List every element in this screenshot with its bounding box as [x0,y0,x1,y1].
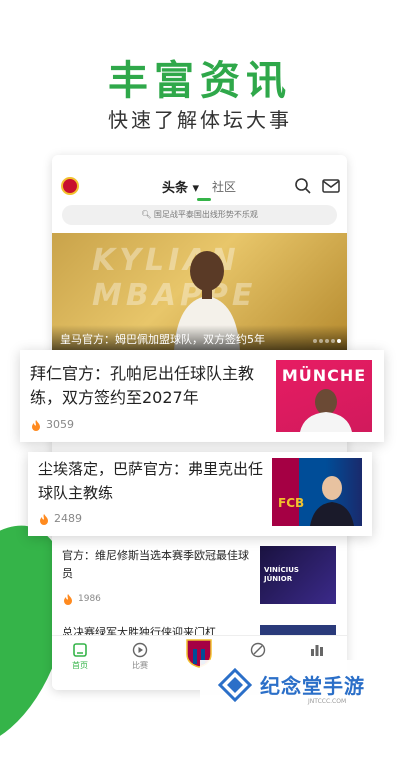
hero-caption: 皇马官方：姆巴佩加盟球队，双方签约5年 [52,325,347,351]
featured-article-card[interactable]: 尘埃落定，巴萨官方：弗里克出任球队主教练 2489 FCB [28,452,372,536]
coach-photo [310,476,354,526]
stats-icon [311,645,323,656]
search-icon[interactable] [294,177,312,195]
thumbnail-text: VINÍCIUS JÚNIOR [264,566,299,583]
club-logo-icon[interactable] [61,177,79,195]
fire-icon [32,419,40,431]
nav-discover[interactable] [233,642,283,660]
carousel-dots [311,328,341,347]
article-meta: 1986 [62,593,101,605]
active-tab-indicator [197,198,211,201]
hero-banner[interactable]: KYLIAN MBAPPE 皇马官方：姆巴佩加盟球队，双方签约5年 [52,233,347,351]
mail-icon[interactable] [322,178,340,194]
top-bar: 头条 ▾ 社区 [52,155,347,205]
featured-article-card[interactable]: 拜仁官方：孔帕尼出任球队主教练，双方签约至2027年 3059 MÜNCHE [20,350,384,442]
list-item[interactable]: 官方：维尼修斯当选本赛季欧冠最佳球员 1986 VINÍCIUS JÚNIOR [52,543,347,608]
heat-count: 3059 [46,418,74,431]
fire-icon [64,594,72,605]
home-icon [73,643,87,657]
play-icon [132,642,148,658]
article-meta: 2489 [38,512,82,525]
article-thumbnail: FCB [272,458,362,526]
heat-count: 1986 [78,594,101,604]
watermark-title: 纪念堂手游 [260,674,365,698]
nav-data[interactable] [292,642,342,660]
search-input[interactable]: 🔍︎ 国足战平泰国出线形势不乐观 [62,205,337,225]
article-title: 官方：维尼修斯当选本赛季欧冠最佳球员 [62,549,249,580]
article-meta: 3059 [30,418,74,431]
article-title: 尘埃落定，巴萨官方：弗里克出任球队主教练 [38,460,264,502]
coach-photo [300,389,352,432]
tab-community[interactable]: 社区 [212,178,236,195]
fire-icon [40,513,48,525]
nav-match-label: 比赛 [132,661,148,670]
nav-home[interactable]: 首页 [55,642,105,671]
promo-headline: 丰富资讯 [108,58,292,104]
promo-subline: 快速了解体坛大事 [108,108,292,132]
diamond-logo-icon [218,668,252,702]
search-placeholder: 国足战平泰国出线形势不乐观 [153,210,258,219]
article-thumbnail: VINÍCIUS JÚNIOR [260,546,336,604]
watermark-url: JNTCCC.COM [308,698,347,705]
site-watermark: 纪念堂手游 JNTCCC.COM [200,660,400,711]
nav-match[interactable]: 比赛 [115,642,165,671]
search-small-icon: 🔍︎ [141,210,154,219]
article-thumbnail: MÜNCHE [276,360,372,432]
compass-icon [250,642,266,658]
tab-headlines[interactable]: 头条 ▾ [162,177,199,196]
nav-home-label: 首页 [72,661,88,670]
article-title: 拜仁官方：孔帕尼出任球队主教练，双方签约至2027年 [30,364,255,407]
heat-count: 2489 [54,512,82,525]
